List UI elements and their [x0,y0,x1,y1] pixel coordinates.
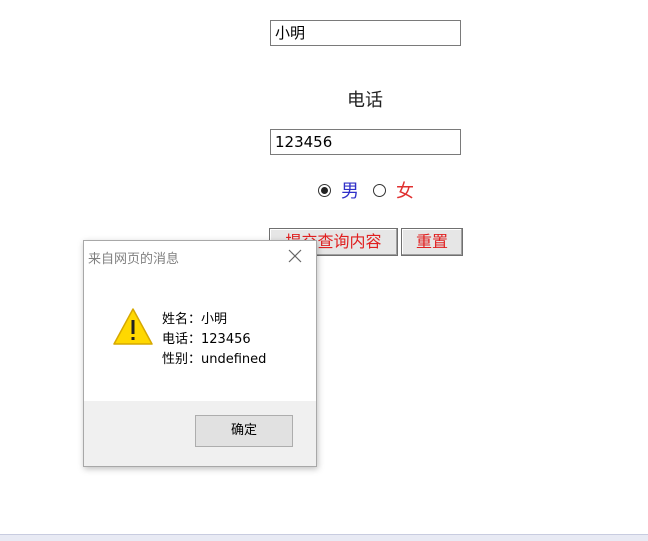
dialog-title: 来自网页的消息 [88,252,180,267]
message-line-phone: 电话：123456 [162,332,251,347]
gender-radio-group: 男 女 [318,178,428,202]
close-icon[interactable] [288,249,302,263]
page: 小明 电话 123456 男 女 提交查询内容 重置 来自网页的消息 姓名：小明… [0,0,648,541]
radio-female-label: 女 [396,181,414,202]
name-input[interactable]: 小明 [270,20,461,46]
radio-female[interactable] [373,183,386,197]
message-line-gender: 性别：undefined [162,352,267,367]
reset-button[interactable]: 重置 [401,228,463,256]
warning-icon [112,307,154,347]
phone-input[interactable]: 123456 [270,129,461,155]
phone-label: 电话 [347,90,383,111]
message-line-name: 姓名：小明 [162,312,228,327]
radio-male-label: 男 [341,181,359,202]
alert-dialog: 来自网页的消息 姓名：小明 电话：123456 性别：undefined 确定 [83,240,317,467]
ok-button[interactable]: 确定 [195,415,293,447]
radio-male[interactable] [318,183,331,197]
dialog-footer: 确定 [84,401,316,466]
dialog-message: 姓名：小明 电话：123456 性别：undefined [162,310,266,370]
bottom-strip [0,534,648,541]
